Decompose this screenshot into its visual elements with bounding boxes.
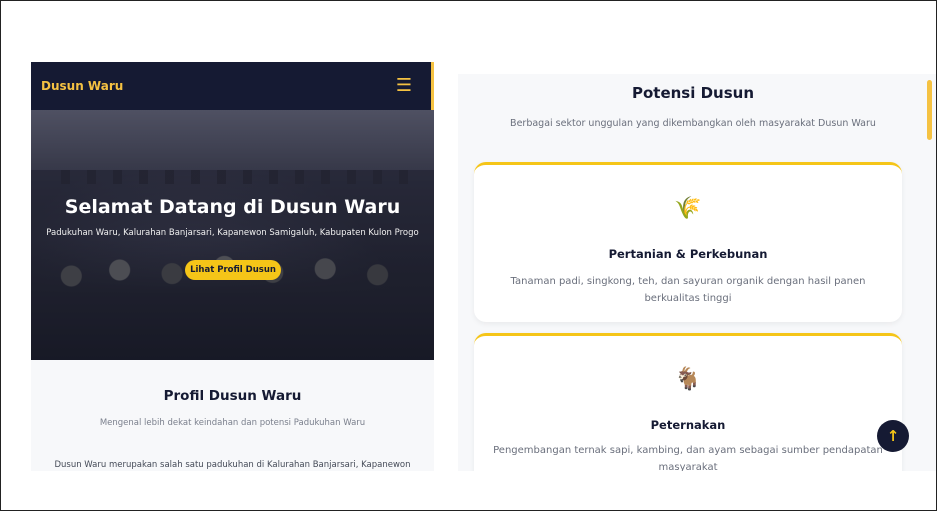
brand-logo-text[interactable]: Dusun Waru: [41, 79, 123, 93]
wheat-icon: 🌾: [674, 196, 702, 221]
profile-section-subtitle: Mengenal lebih dekat keindahan dan poten…: [99, 418, 366, 428]
hero-title: Selamat Datang di Dusun Waru: [64, 196, 401, 218]
profile-paragraph: Dusun Waru merupakan salah satu padukuha…: [54, 460, 411, 470]
section-subtitle: Berbagai sektor unggulan yang dikembangk…: [510, 118, 876, 129]
back-to-top-button[interactable]: ↑: [877, 420, 909, 452]
profile-section-title: Profil Dusun Waru: [163, 388, 302, 404]
mobile-preview-panel: Dusun Waru ☰ Selamat Datang di Dusun War…: [31, 62, 434, 471]
goat-icon: 🐐: [674, 367, 702, 392]
hamburger-menu-icon[interactable]: ☰: [396, 77, 412, 95]
potential-card-livestock: 🐐 Peternakan Pengembangan ternak sapi, k…: [474, 333, 902, 471]
view-profile-button[interactable]: Lihat Profil Dusun: [185, 260, 281, 280]
navbar: Dusun Waru ☰: [31, 62, 434, 110]
potential-section-panel: Potensi Dusun Berbagai sektor unggulan y…: [458, 74, 936, 471]
card-title: Pertanian & Perkebunan: [608, 247, 768, 261]
arrow-up-icon: ↑: [886, 427, 900, 445]
potential-card-agriculture: 🌾 Pertanian & Perkebunan Tanaman padi, s…: [474, 162, 902, 322]
card-description: Tanaman padi, singkong, teh, dan sayuran…: [510, 276, 866, 304]
hero-section: Selamat Datang di Dusun Waru Padukuhan W…: [31, 110, 434, 360]
hero-subtitle: Padukuhan Waru, Kalurahan Banjarsari, Ka…: [46, 228, 419, 238]
card-title: Peternakan: [650, 418, 726, 432]
section-title: Potensi Dusun: [631, 84, 755, 102]
scrollbar-thumb[interactable]: [431, 62, 434, 110]
card-description: Pengembangan ternak sapi, kambing, dan a…: [493, 445, 883, 471]
